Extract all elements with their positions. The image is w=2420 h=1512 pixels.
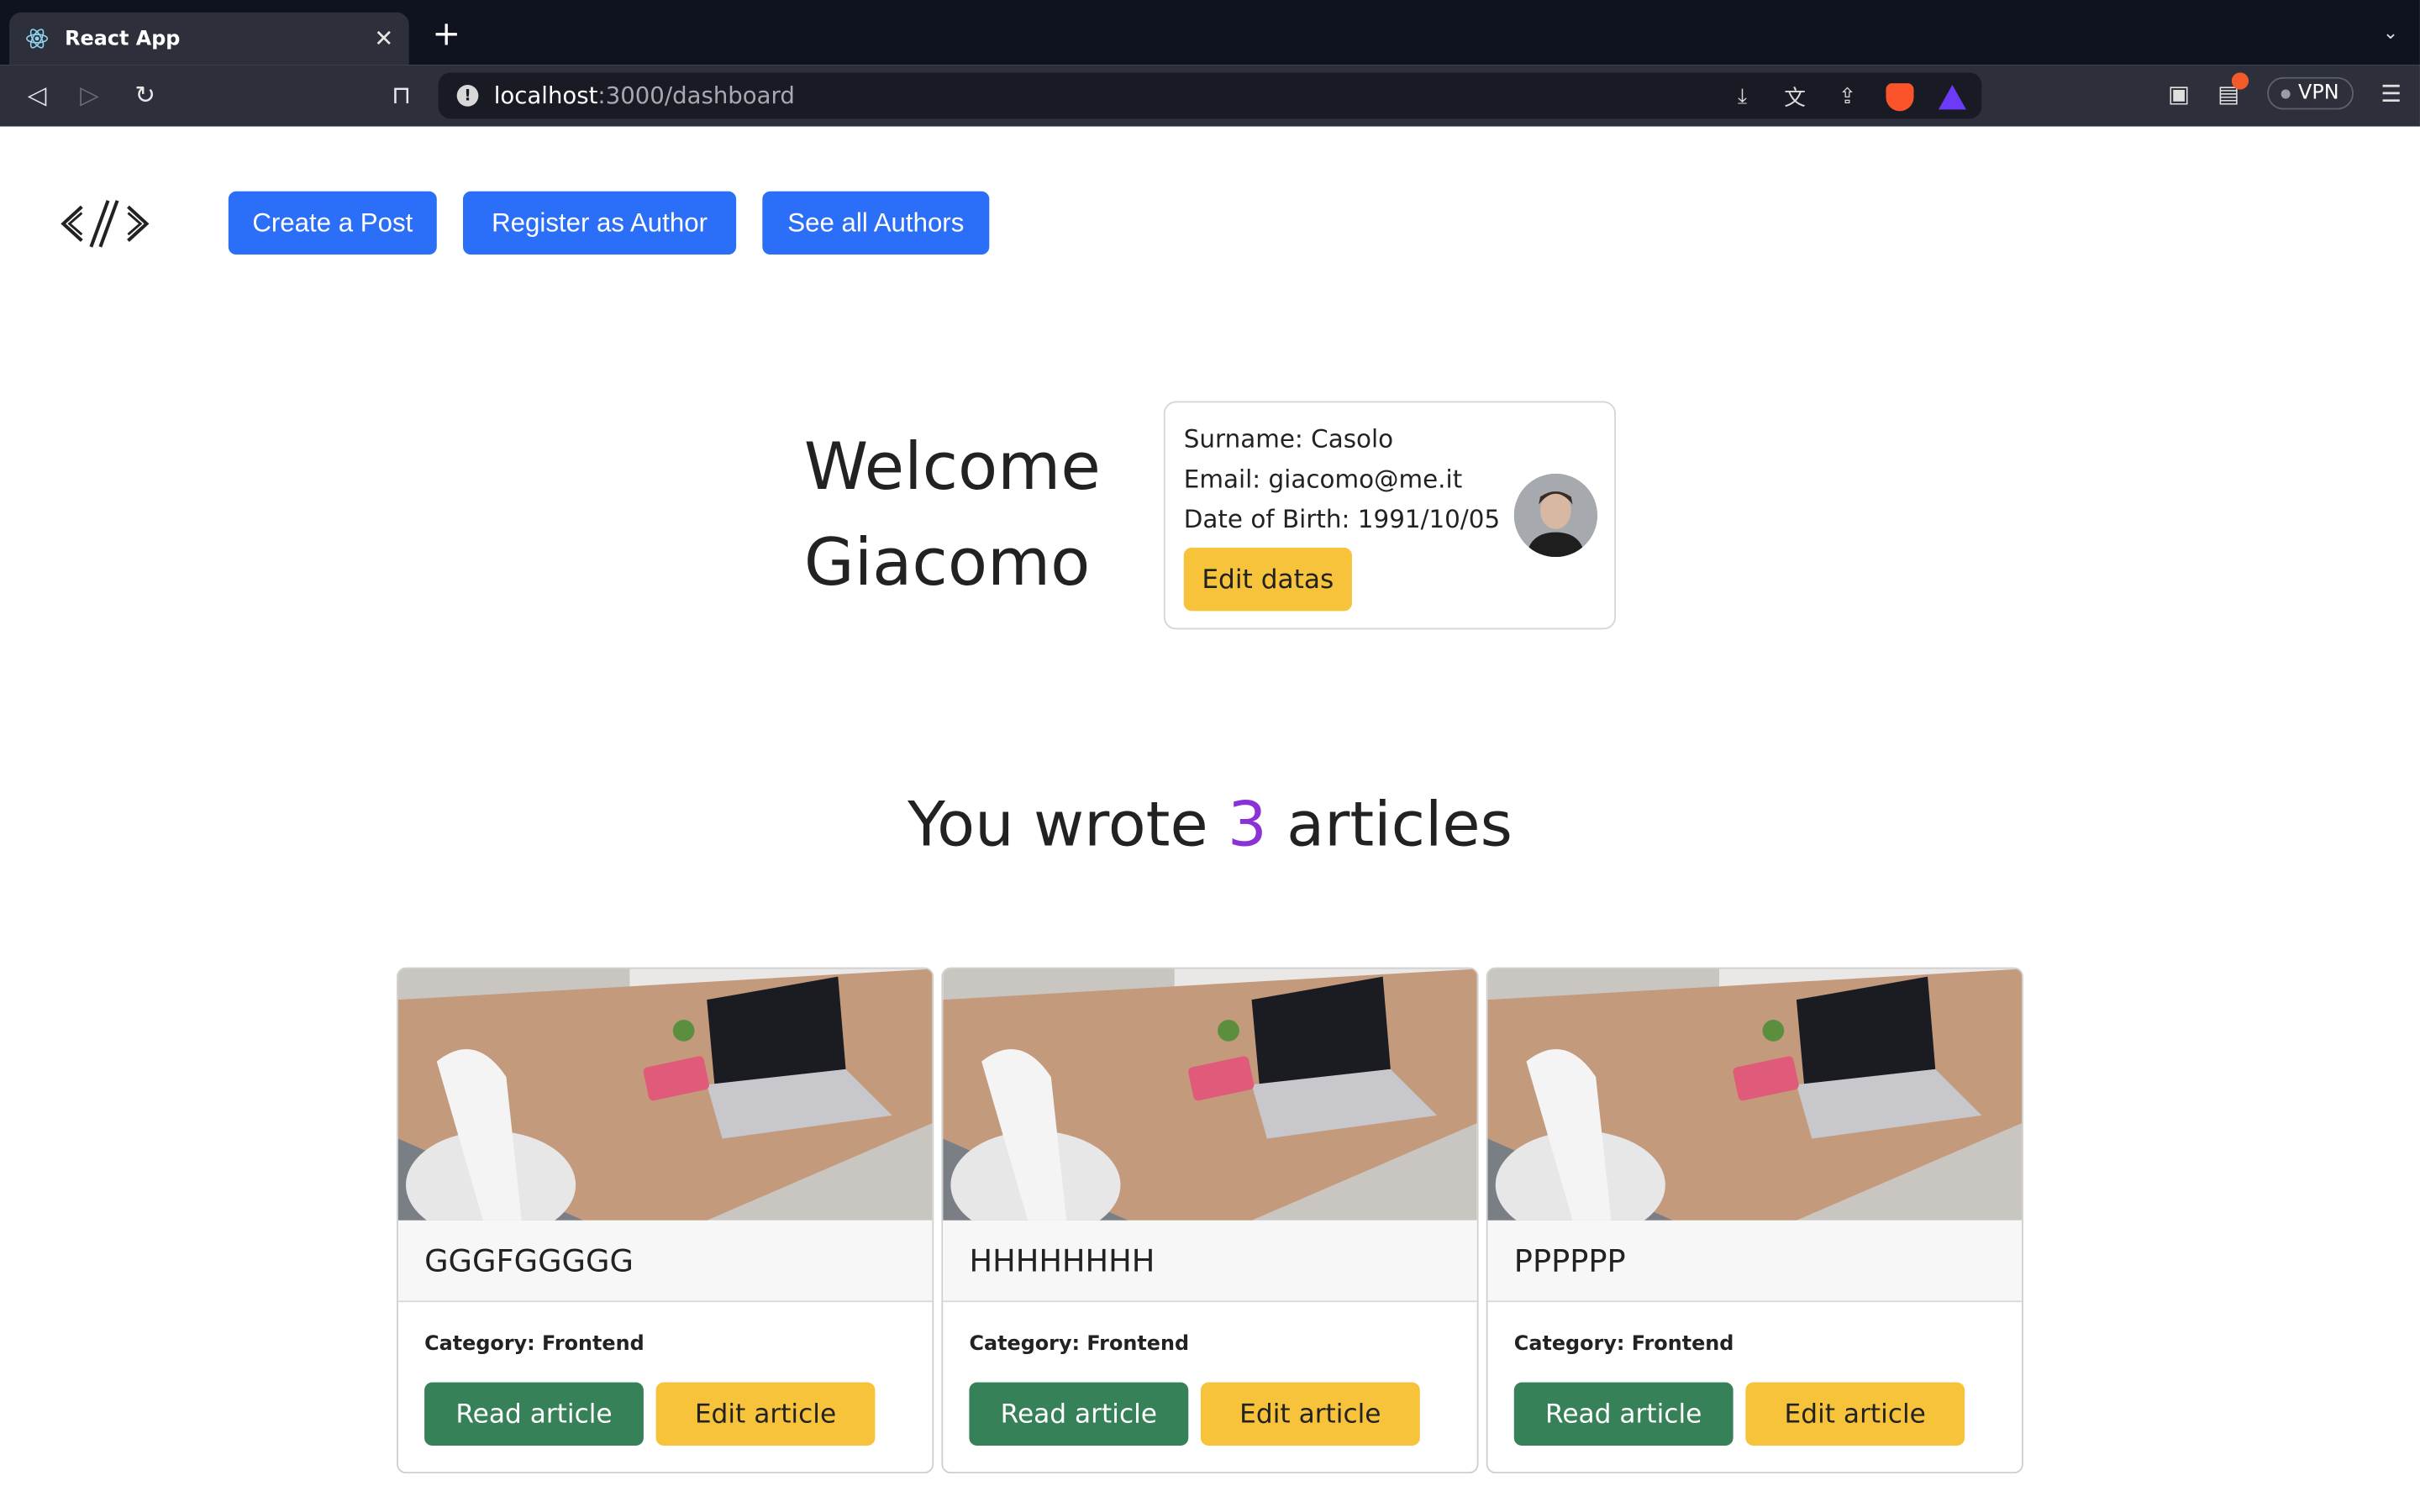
article-card: GGGFGGGGG Category: Frontend Read articl…: [397, 967, 934, 1474]
read-article-button[interactable]: Read article: [1513, 1382, 1733, 1446]
article-title: GGGFGGGGG: [397, 1220, 933, 1303]
back-icon[interactable]: ◁: [22, 81, 53, 112]
register-author-button[interactable]: Register as Author: [463, 191, 737, 255]
article-image: [1487, 969, 2023, 1221]
count-suffix: articles: [1266, 790, 1512, 861]
edit-article-button[interactable]: Edit article: [655, 1382, 876, 1446]
info-icon[interactable]: !: [456, 85, 479, 107]
author-card: Surname: Casolo Email: giacomo@me.it Dat…: [1163, 401, 1617, 630]
sidebar-icon[interactable]: ▣: [2168, 80, 2190, 108]
code-logo-icon[interactable]: [60, 197, 150, 249]
wallet-icon[interactable]: ▤: [2217, 71, 2249, 108]
see-authors-button[interactable]: See all Authors: [762, 191, 990, 255]
article-card: PPPPPP Category: Frontend Read article E…: [1486, 967, 2023, 1474]
vpn-button[interactable]: VPN: [2267, 76, 2354, 110]
url-host: localhost: [493, 81, 598, 110]
close-icon[interactable]: ✕: [374, 24, 393, 52]
welcome-heading: Welcome Giacomo: [804, 420, 1101, 612]
share-icon[interactable]: ⇪: [1833, 85, 1861, 109]
page-content: Create a Post Register as Author See all…: [0, 126, 2420, 1512]
article-category: Category: Frontend: [969, 1332, 1190, 1357]
article-category: Category: Frontend: [424, 1332, 644, 1357]
bookmark-icon[interactable]: ⊓: [386, 81, 417, 112]
count-prefix: You wrote: [908, 790, 1228, 861]
article-image: [397, 969, 933, 1221]
new-tab-button[interactable]: +: [432, 18, 460, 52]
author-email: Email: giacomo@me.it: [1183, 464, 1463, 494]
welcome-line: Welcome: [803, 428, 1101, 505]
react-icon: [26, 29, 49, 49]
browser-tab-bar: React App ✕ + ⌄: [0, 0, 2420, 66]
author-dob: Date of Birth: 1991/10/05: [1183, 504, 1501, 534]
article-category: Category: Frontend: [1513, 1332, 1734, 1357]
edit-article-button[interactable]: Edit article: [1745, 1382, 1965, 1446]
article-count: 3: [1228, 790, 1267, 861]
forward-icon[interactable]: ▷: [74, 81, 105, 112]
tab-title: React App: [65, 27, 181, 50]
install-icon[interactable]: ⤓: [1728, 85, 1756, 109]
article-title: HHHHHHHH: [943, 1220, 1477, 1303]
author-surname: Surname: Casolo: [1183, 424, 1394, 454]
address-bar[interactable]: ! localhost :3000/dashboard ⤓ 文 ⇪: [438, 72, 1982, 119]
browser-tab[interactable]: React App ✕: [9, 12, 409, 66]
url-path: :3000/dashboard: [597, 81, 795, 110]
article-card: HHHHHHHH Category: Frontend Read article…: [941, 967, 1479, 1474]
brave-shields-icon[interactable]: [1886, 83, 1914, 112]
vpn-label: VPN: [2297, 81, 2339, 105]
chevron-down-icon[interactable]: ⌄: [2383, 22, 2398, 44]
reload-icon[interactable]: ↻: [129, 81, 160, 112]
read-article-button[interactable]: Read article: [969, 1382, 1189, 1446]
welcome-name: Giacomo: [803, 524, 1091, 601]
menu-icon[interactable]: ☰: [2381, 80, 2402, 108]
avatar: [1513, 473, 1597, 558]
article-title: PPPPPP: [1487, 1220, 2023, 1303]
brave-rewards-icon[interactable]: [1938, 85, 1966, 110]
edit-article-button[interactable]: Edit article: [1200, 1382, 1420, 1446]
edit-datas-button[interactable]: Edit datas: [1183, 548, 1352, 612]
read-article-button[interactable]: Read article: [424, 1382, 644, 1446]
create-post-button[interactable]: Create a Post: [228, 191, 437, 255]
article-image: [943, 969, 1477, 1221]
translate-icon[interactable]: 文: [1781, 81, 1809, 113]
vpn-status-dot: [2281, 88, 2291, 98]
articles-count-heading: You wrote 3 articles: [0, 790, 2420, 860]
browser-toolbar: ◁ ▷ ↻ ⊓ ! localhost :3000/dashboard ⤓ 文 …: [0, 65, 2420, 127]
notification-badge: [2232, 71, 2249, 89]
